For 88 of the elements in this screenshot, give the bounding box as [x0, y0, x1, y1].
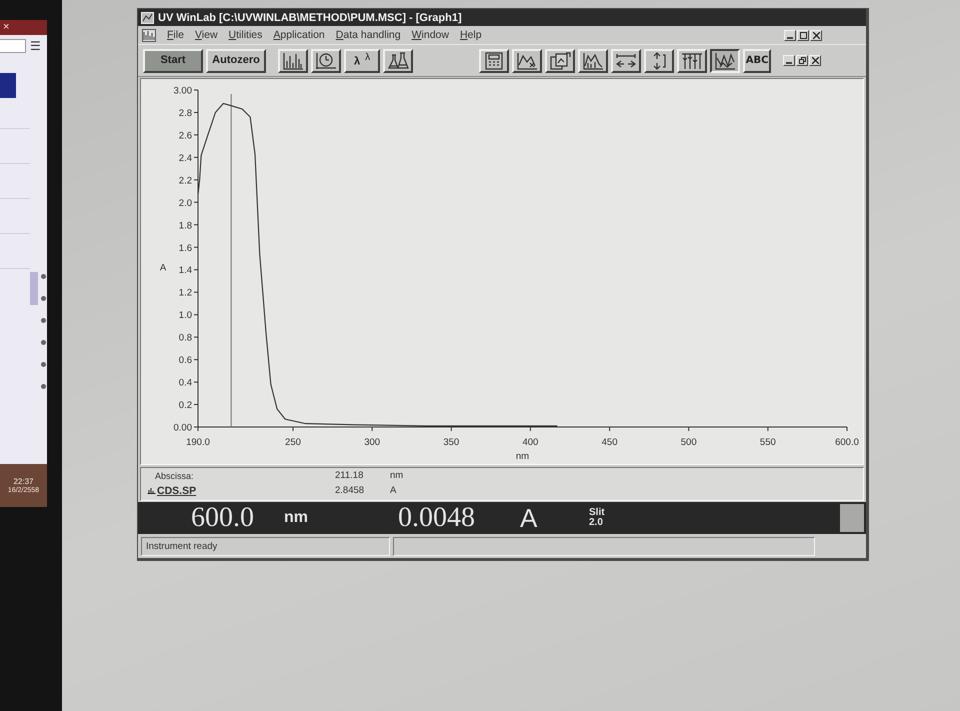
toolbar-button[interactable]: Start — [143, 48, 203, 72]
sample-name-link[interactable]: CDS.SP — [157, 484, 196, 496]
y-tick-label: 3.00 — [174, 86, 192, 96]
bar-chart-icon — [147, 487, 156, 494]
maximize-button[interactable] — [797, 30, 809, 40]
y-tick-label: 1.8 — [178, 220, 192, 232]
menu-item[interactable]: Window — [412, 29, 449, 41]
close-button[interactable] — [810, 30, 822, 40]
line-chart-icon — [141, 12, 154, 24]
clock-chart-icon — [315, 52, 337, 70]
absorbance-value: 0.0048 — [398, 504, 476, 532]
y-tick-label: 1.4 — [178, 265, 192, 276]
cursor-label: Abscissa: — [155, 470, 195, 480]
menu-item[interactable]: Help — [460, 29, 482, 41]
status-dot-icon — [40, 340, 46, 345]
toolbar-button[interactable] — [710, 48, 740, 72]
y-tick-label: 2.0 — [178, 198, 192, 209]
horizontal-arrows-icon — [615, 52, 638, 70]
y-tick-label: 0.4 — [178, 378, 192, 389]
minimize-button[interactable] — [784, 30, 796, 40]
y-tick-label: 1.6 — [178, 242, 192, 254]
y-tick-label: 1.2 — [178, 288, 192, 299]
cursor-y-value: 2.8458 — [335, 485, 366, 496]
minimize-button[interactable] — [783, 55, 795, 66]
pages-icon — [549, 52, 572, 70]
x-tick-label: 500 — [680, 437, 697, 448]
window-title: UV WinLab [C:\UVWINLAB\METHOD\PUM.MSC] - [Graph1] — [158, 12, 462, 24]
slit-label: Slit — [589, 508, 606, 518]
y-tick-label: 2.4 — [178, 152, 192, 164]
absorbance-unit: A — [520, 505, 538, 531]
calculator-icon — [483, 52, 506, 70]
menu-item[interactable]: View — [194, 29, 218, 41]
restore-button[interactable] — [796, 55, 808, 66]
spectrum-icon — [582, 52, 604, 70]
x-tick-label: 190.0 — [186, 437, 210, 448]
toolbar-button[interactable]: Autozero — [206, 48, 266, 72]
peak-markers-icon — [681, 52, 704, 70]
y-tick-label: 0.8 — [178, 332, 192, 344]
flasks-icon — [387, 52, 410, 70]
x-tick-label: 600.0 — [835, 437, 859, 448]
zigzag-graph-icon — [714, 52, 736, 70]
x-tick-label: 250 — [285, 437, 301, 448]
y-tick-label: 0.00 — [174, 422, 192, 434]
graph-cursor-icon — [516, 52, 538, 70]
toolbar-button[interactable]: ABC — [743, 48, 772, 72]
y-tick-label: 2.8 — [178, 108, 192, 119]
close-icon — [812, 32, 820, 38]
cursor-x-unit: nm — [390, 470, 404, 481]
y-tick-label: 2.2 — [178, 175, 192, 186]
list-item-highlight — [0, 73, 16, 98]
x-tick-label: 300 — [364, 437, 380, 448]
x-tick-label: 450 — [602, 437, 618, 448]
x-axis-label: nm — [516, 451, 530, 462]
menu-item[interactable]: Application — [273, 29, 325, 41]
clock-time: 22:37 — [13, 477, 34, 486]
y-tick-label: 1.0 — [178, 310, 192, 322]
menu-item[interactable]: Utilities — [228, 29, 262, 41]
status-dot-icon — [40, 384, 46, 389]
x-tick-label: 400 — [522, 437, 538, 448]
y-axis-label: A — [160, 262, 166, 274]
y-tick-label: 0.2 — [178, 400, 192, 412]
menu-item[interactable]: Data handling — [336, 29, 401, 41]
menu-button[interactable]: ☰ — [30, 40, 41, 52]
y-tick-label: 2.6 — [178, 130, 192, 142]
wavelength-unit: nm — [284, 509, 309, 527]
bar-chart-icon[interactable] — [142, 28, 156, 42]
peaks-chart-icon — [282, 52, 304, 70]
x-tick-label: 550 — [760, 437, 776, 448]
readout-end-panel — [840, 504, 864, 532]
status-dot-icon — [40, 318, 46, 323]
slit-value: 2.0 — [589, 518, 604, 528]
status-dot-icon — [40, 274, 46, 279]
search-field[interactable] — [0, 39, 26, 53]
y-tick-label: 0.6 — [178, 355, 192, 366]
maximize-icon — [800, 32, 806, 38]
scrollbar-thumb[interactable] — [30, 272, 38, 305]
menu-item[interactable]: File — [167, 29, 184, 41]
status-dot-icon — [40, 362, 46, 367]
restore-icon — [798, 57, 806, 64]
status-message: Instrument ready — [141, 536, 390, 556]
status-dot-icon — [40, 296, 46, 301]
close-button[interactable] — [809, 55, 821, 66]
close-button[interactable]: × — [3, 22, 10, 33]
x-tick-label: 350 — [443, 437, 460, 448]
cursor-x-value: 211.18 — [335, 470, 364, 481]
wavelength-value: 600.0 — [191, 504, 255, 532]
cursor-y-unit: A — [390, 485, 398, 496]
close-icon — [812, 57, 818, 64]
